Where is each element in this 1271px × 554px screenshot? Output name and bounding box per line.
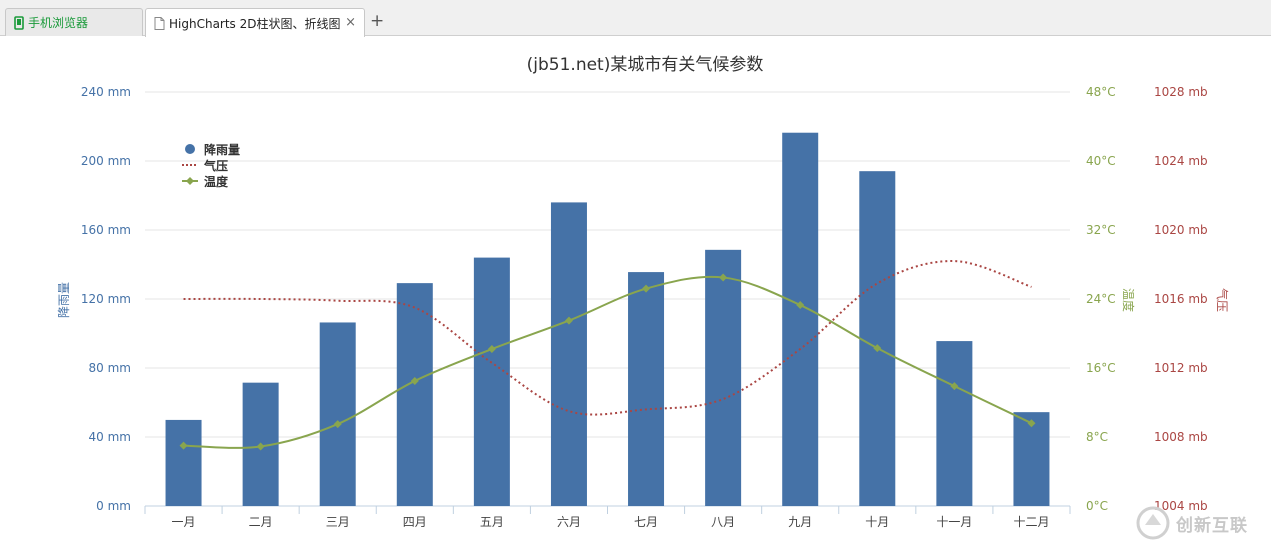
tab-label: HighCharts 2D柱状图、折线图 — [169, 16, 341, 31]
browser-tab-bar: 手机浏览器 HighCharts 2D柱状图、折线图 × + — [0, 0, 1271, 37]
rainfall-bar — [628, 272, 665, 506]
chart-title: (jb51.net)某城市有关气候参数 — [527, 55, 764, 75]
rainfall-bar — [165, 419, 202, 506]
rain-axis-title: 降雨量 — [57, 282, 71, 318]
pressure-axis-tick: 1028 mb — [1154, 85, 1208, 99]
category-label: 十一月 — [936, 515, 972, 529]
plot-area: 0 mm 40 mm 80 mm 120 mm 160 mm 200 mm 240 mm 0°… — [57, 85, 1230, 529]
chart: (jb51.net)某城市有关气候参数 0 mm 40 mm 80 mm 120 mm… — [57, 55, 1230, 529]
legend-rainfall-symbol — [185, 144, 195, 154]
rain-axis-tick: 240 mm — [81, 85, 131, 99]
pressure-axis-tick: 1008 mb — [1154, 430, 1208, 444]
pressure-axis-tick: 1020 mb — [1154, 223, 1208, 237]
rain-axis-tick: 0 mm — [96, 499, 131, 513]
category-label: 六月 — [557, 515, 581, 529]
legend-rainfall-label: 降雨量 — [204, 142, 240, 157]
category-label: 二月 — [249, 515, 273, 529]
rainfall-bar — [396, 283, 433, 506]
new-tab-button[interactable]: + — [370, 11, 384, 31]
rainfall-bar — [550, 202, 587, 506]
temperature-axis-tick: 32°C — [1086, 223, 1116, 237]
category-label: 七月 — [634, 515, 658, 529]
category-label: 八月 — [711, 515, 735, 529]
temperature-axis-tick: 16°C — [1086, 361, 1116, 375]
phone-icon — [14, 15, 24, 30]
category-label: 十二月 — [1013, 515, 1049, 529]
rainfall-bar — [473, 257, 510, 506]
pressure-axis-tick: 1024 mb — [1154, 154, 1208, 168]
temperature-axis-tick: 40°C — [1086, 154, 1116, 168]
pressure-axis-title: 气压 — [1215, 288, 1230, 312]
pressure-axis-tick: 1016 mb — [1154, 292, 1208, 306]
category-label: 三月 — [326, 515, 350, 529]
watermark-logo: 创新互联 — [1136, 506, 1248, 540]
legend-temperature-label: 温度 — [204, 174, 229, 189]
rain-axis-tick: 80 mm — [89, 361, 131, 375]
legend-temperature-marker — [186, 177, 194, 185]
temperature-axis-tick: 0°C — [1086, 499, 1108, 513]
temperature-axis-tick: 8°C — [1086, 430, 1108, 444]
rainfall-bar — [705, 249, 742, 506]
category-label: 九月 — [788, 515, 812, 529]
category-label: 一月 — [172, 515, 196, 529]
temperature-axis-tick: 48°C — [1086, 85, 1116, 99]
document-icon — [154, 16, 165, 30]
tab-highcharts[interactable]: HighCharts 2D柱状图、折线图 × — [145, 8, 365, 37]
rain-axis-tick: 120 mm — [81, 292, 131, 306]
temperature-axis-tick: 24°C — [1086, 292, 1116, 306]
tab-label: 手机浏览器 — [28, 16, 89, 30]
logo-icon — [1136, 506, 1170, 540]
category-label: 五月 — [480, 515, 504, 529]
rain-axis-tick: 40 mm — [89, 430, 131, 444]
rain-axis-tick: 160 mm — [81, 223, 131, 237]
rainfall-bar — [936, 341, 973, 506]
pressure-line — [183, 260, 1032, 416]
temperature-axis-title: 温度 — [1121, 288, 1136, 312]
tab-mobile-browser[interactable]: 手机浏览器 — [5, 8, 143, 36]
rain-axis-tick: 200 mm — [81, 154, 131, 168]
category-label: 十月 — [865, 515, 889, 529]
temperature-line — [183, 275, 1032, 449]
rainfall-bar — [859, 171, 896, 507]
watermark-text: 创新互联 — [1176, 515, 1248, 536]
close-tab-icon[interactable]: × — [345, 15, 356, 30]
rainfall-bar — [319, 322, 356, 506]
pressure-axis-tick: 1012 mb — [1154, 361, 1208, 375]
legend-pressure-label: 气压 — [203, 158, 228, 173]
category-label: 四月 — [403, 515, 427, 529]
rainfall-bar — [782, 132, 819, 506]
